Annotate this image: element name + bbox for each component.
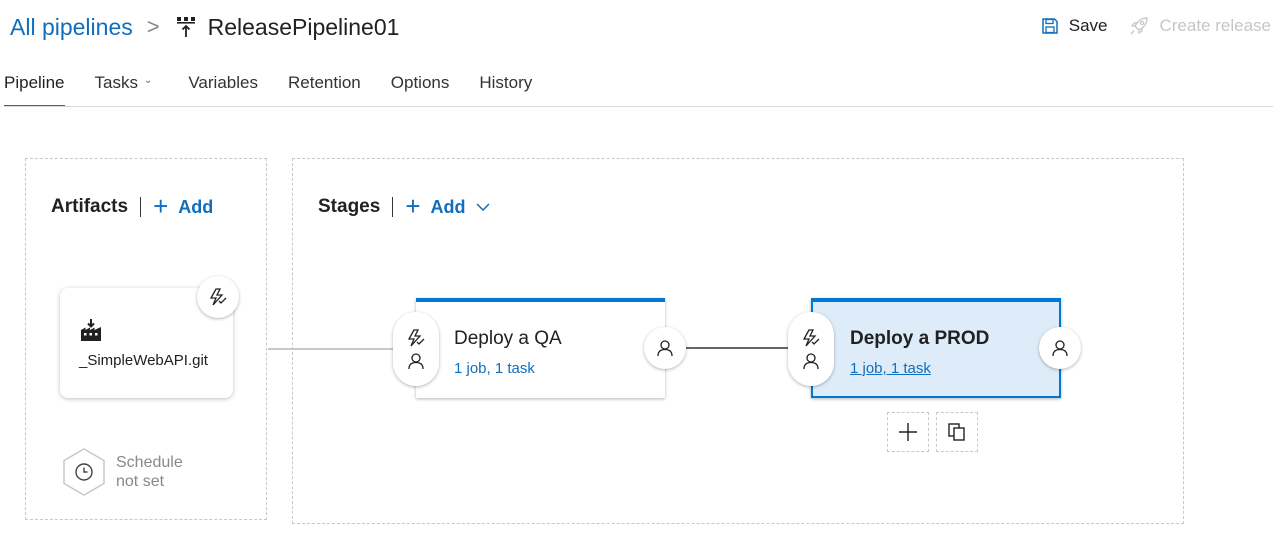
release-pipeline-icon: [176, 16, 196, 38]
add-stage-after-button[interactable]: [887, 412, 929, 452]
stage-to-stage-connector: [686, 347, 790, 349]
chevron-down-icon: [475, 203, 490, 211]
header-actions: Save Create release: [1041, 16, 1271, 36]
create-release-label: Create release: [1159, 16, 1271, 35]
post-deployment-conditions-qa[interactable]: [644, 327, 686, 369]
pre-deployment-conditions-prod[interactable]: [788, 312, 834, 386]
post-deployment-conditions-prod[interactable]: [1039, 327, 1081, 369]
schedule-label: Schedule not set: [116, 454, 183, 490]
tab-bar: Pipeline Tasks ⌄ Variables Retention Opt…: [4, 70, 562, 107]
add-stage-button[interactable]: + Add: [405, 191, 490, 221]
plus-icon: [899, 423, 917, 441]
header-divider: [140, 197, 142, 217]
stages-title: Stages: [318, 196, 381, 217]
all-pipelines-link[interactable]: All pipelines: [10, 14, 133, 41]
tab-options[interactable]: Options: [391, 70, 450, 107]
tab-variables[interactable]: Variables: [188, 70, 258, 107]
create-release-button[interactable]: Create release: [1129, 16, 1271, 36]
schedule-trigger[interactable]: Schedule not set: [62, 448, 183, 496]
artifact-name: _SimpleWebAPI.git: [79, 352, 208, 369]
pre-deployment-conditions-qa[interactable]: [393, 312, 439, 386]
breadcrumb: All pipelines > ReleasePipeline01: [10, 12, 399, 42]
rocket-icon: [1130, 17, 1149, 35]
header-divider: [392, 197, 394, 217]
lightning-icon: [407, 329, 425, 347]
save-label: Save: [1068, 16, 1108, 35]
add-artifact-button[interactable]: + Add: [153, 191, 213, 221]
stage-card-deploy-qa[interactable]: Deploy a QA 1 job, 1 task: [416, 298, 665, 398]
person-icon: [657, 340, 673, 357]
tabs-divider: [4, 106, 1273, 107]
clone-stage-button[interactable]: [936, 412, 978, 452]
tab-history[interactable]: History: [479, 70, 532, 107]
artifact-to-stage-connector: [268, 348, 394, 350]
build-artifact-icon: [80, 318, 102, 347]
breadcrumb-separator: >: [146, 14, 160, 39]
person-icon: [408, 353, 424, 370]
person-icon: [803, 353, 819, 370]
clock-icon: [63, 448, 105, 496]
copy-icon: [948, 423, 965, 441]
stage-card-deploy-prod[interactable]: Deploy a PROD 1 job, 1 task: [811, 298, 1061, 398]
person-icon: [1052, 340, 1068, 357]
stage-name: Deploy a QA: [454, 328, 562, 349]
page-title: ReleasePipeline01: [207, 13, 400, 40]
continuous-deployment-trigger-button[interactable]: [197, 276, 239, 318]
plus-icon: +: [153, 191, 169, 221]
lightning-icon: [209, 288, 227, 306]
save-icon: [1041, 18, 1058, 34]
stage-tasks-link[interactable]: 1 job, 1 task: [454, 360, 535, 377]
stage-name: Deploy a PROD: [850, 328, 990, 349]
tab-pipeline[interactable]: Pipeline: [4, 70, 65, 107]
artifacts-header: Artifacts + Add: [51, 191, 213, 221]
stage-tasks-link[interactable]: 1 job, 1 task: [850, 360, 931, 377]
tab-tasks[interactable]: Tasks ⌄: [95, 70, 153, 107]
lightning-icon: [802, 329, 820, 347]
tab-retention[interactable]: Retention: [288, 70, 361, 107]
artifacts-title: Artifacts: [51, 196, 129, 217]
chevron-down-icon: ⌄: [143, 75, 153, 86]
save-button[interactable]: Save: [1041, 16, 1108, 36]
plus-icon: +: [405, 191, 421, 221]
stages-header: Stages + Add: [318, 191, 490, 221]
